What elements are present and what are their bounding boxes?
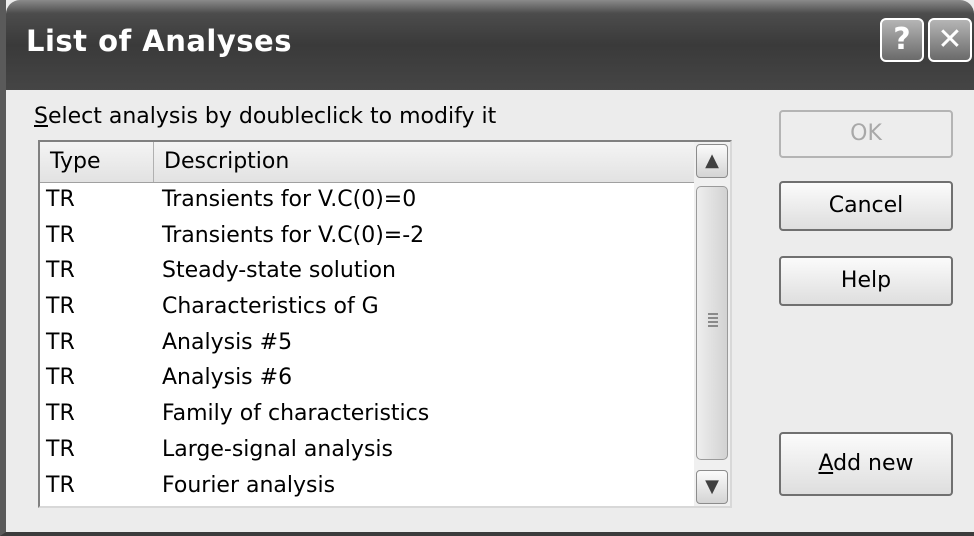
cell-description: Steady-state solution	[162, 258, 396, 284]
instruction-label: Select analysis by doubleclick to modify…	[34, 104, 496, 129]
column-header-description[interactable]: Description	[154, 142, 696, 182]
cell-description: Fourier analysis	[162, 472, 336, 498]
cell-description: Family of characteristics	[162, 401, 430, 427]
list-item[interactable]: TR Fourier analysis	[40, 469, 696, 505]
mnemonic-letter: S	[34, 104, 48, 129]
cell-type: TR	[46, 436, 75, 462]
cell-description: Large-signal analysis	[162, 436, 393, 462]
chevron-up-icon[interactable]: ▲	[696, 144, 728, 178]
cancel-button[interactable]: Cancel	[779, 181, 953, 231]
chevron-down-icon[interactable]: ▼	[696, 470, 728, 504]
window-title: List of Analyses	[26, 24, 292, 58]
scrollbar-thumb[interactable]	[696, 186, 728, 460]
list-item[interactable]: TR Transients for V.C(0)=-2	[40, 219, 696, 255]
dialog-window: List of Analyses ? ✕ Select analysis by …	[0, 0, 974, 536]
grip-icon	[708, 313, 718, 327]
cell-description: Characteristics of G	[162, 294, 379, 320]
add-new-button[interactable]: Add new	[779, 432, 953, 496]
cell-type: TR	[46, 329, 75, 355]
list-item[interactable]: TR Large-signal analysis	[40, 433, 696, 469]
title-bar[interactable]: List of Analyses ? ✕	[6, 0, 974, 90]
instruction-text: elect analysis by doubleclick to modify …	[47, 104, 497, 129]
cell-type: TR	[46, 187, 75, 212]
close-icon[interactable]: ✕	[928, 18, 972, 62]
list-item[interactable]: TR Steady-state solution	[40, 254, 696, 290]
cell-description: Transients for V.C(0)=-2	[162, 222, 425, 248]
ok-button[interactable]: OK	[779, 110, 953, 158]
cell-description: Transients for V.C(0)=0	[162, 187, 417, 212]
list-item[interactable]: TR Analysis #5	[40, 326, 696, 362]
cell-type: TR	[46, 401, 75, 427]
analyses-list[interactable]: Type Description TR Transients for V.C(0)…	[38, 140, 732, 508]
list-header: Type Description	[40, 142, 696, 183]
cell-description: Analysis #5	[162, 329, 293, 355]
vertical-scrollbar[interactable]: ▲ ▼	[694, 142, 730, 506]
list-item[interactable]: TR Characteristics of G	[40, 290, 696, 326]
cell-type: TR	[46, 222, 75, 248]
cell-type: TR	[46, 365, 75, 391]
list-item[interactable]: TR Analysis #6	[40, 361, 696, 397]
add-new-label: dd new	[833, 451, 914, 476]
cell-type: TR	[46, 294, 75, 320]
list-item[interactable]: TR Family of characteristics	[40, 397, 696, 433]
cell-type: TR	[46, 472, 75, 498]
cell-description: Analysis #6	[162, 365, 293, 391]
cell-type: TR	[46, 258, 75, 284]
mnemonic-letter: A	[818, 451, 834, 476]
help-icon[interactable]: ?	[880, 18, 924, 62]
list-rows: TR Transients for V.C(0)=0 TR Transients fo…	[40, 183, 696, 504]
help-button[interactable]: Help	[779, 256, 953, 306]
list-item[interactable]: TR Transients for V.C(0)=0	[40, 183, 696, 219]
column-header-type[interactable]: Type	[40, 142, 154, 182]
